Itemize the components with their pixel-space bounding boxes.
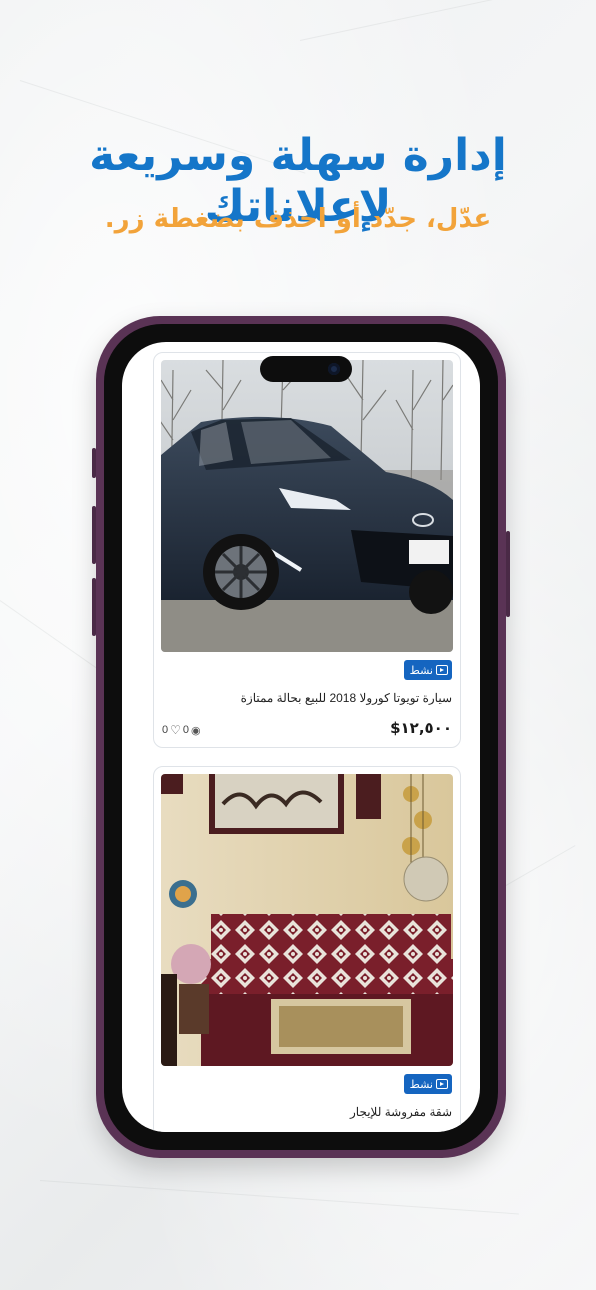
phone-mockup: نشط سيارة تويوتا كورولا 2018 للبيع بحالة… <box>92 316 510 1158</box>
dynamic-island <box>260 356 352 382</box>
phone-side-button <box>506 531 510 617</box>
listing-image-car[interactable] <box>161 360 453 652</box>
room-photo-illustration <box>161 774 453 1066</box>
phone-screen: نشط سيارة تويوتا كورولا 2018 للبيع بحالة… <box>122 342 480 1132</box>
background-texture <box>299 0 555 41</box>
status-badge: نشط <box>403 1074 452 1094</box>
listing-title[interactable]: سيارة تويوتا كورولا 2018 للبيع بحالة ممت… <box>162 691 452 705</box>
status-label: نشط <box>409 1077 433 1091</box>
subheadline: عدّل، جدّد أو احذف بضغطة زر. <box>104 204 492 234</box>
background-texture <box>39 1180 519 1215</box>
listing-stats: 0 ♡ 0 ◉ <box>162 723 201 737</box>
listing-card[interactable]: نشط شقة مفروشة للإيجار $ 0 ♡ 0 ◉ <box>153 766 461 1132</box>
phone-side-button <box>92 578 96 636</box>
listing-card[interactable]: نشط سيارة تويوتا كورولا 2018 للبيع بحالة… <box>153 352 461 748</box>
phone-side-button <box>92 448 96 478</box>
tv-icon <box>436 1079 448 1089</box>
background-texture <box>0 600 99 670</box>
status-badge: نشط <box>403 660 452 680</box>
listing-price: $١٢,٥٠٠ <box>390 719 452 737</box>
listing-title[interactable]: شقة مفروشة للإيجار <box>162 1105 452 1119</box>
heart-icon: ♡ <box>170 723 181 737</box>
views-count: 0 <box>162 724 169 736</box>
listing-image-room[interactable] <box>161 774 453 1066</box>
car-photo-illustration <box>161 360 453 652</box>
status-label: نشط <box>409 663 433 677</box>
tv-icon <box>436 665 448 675</box>
phone-side-button <box>92 506 96 564</box>
likes-count: 0 <box>182 724 190 736</box>
camera-icon <box>328 363 340 375</box>
eye-icon: ◉ <box>191 724 201 737</box>
